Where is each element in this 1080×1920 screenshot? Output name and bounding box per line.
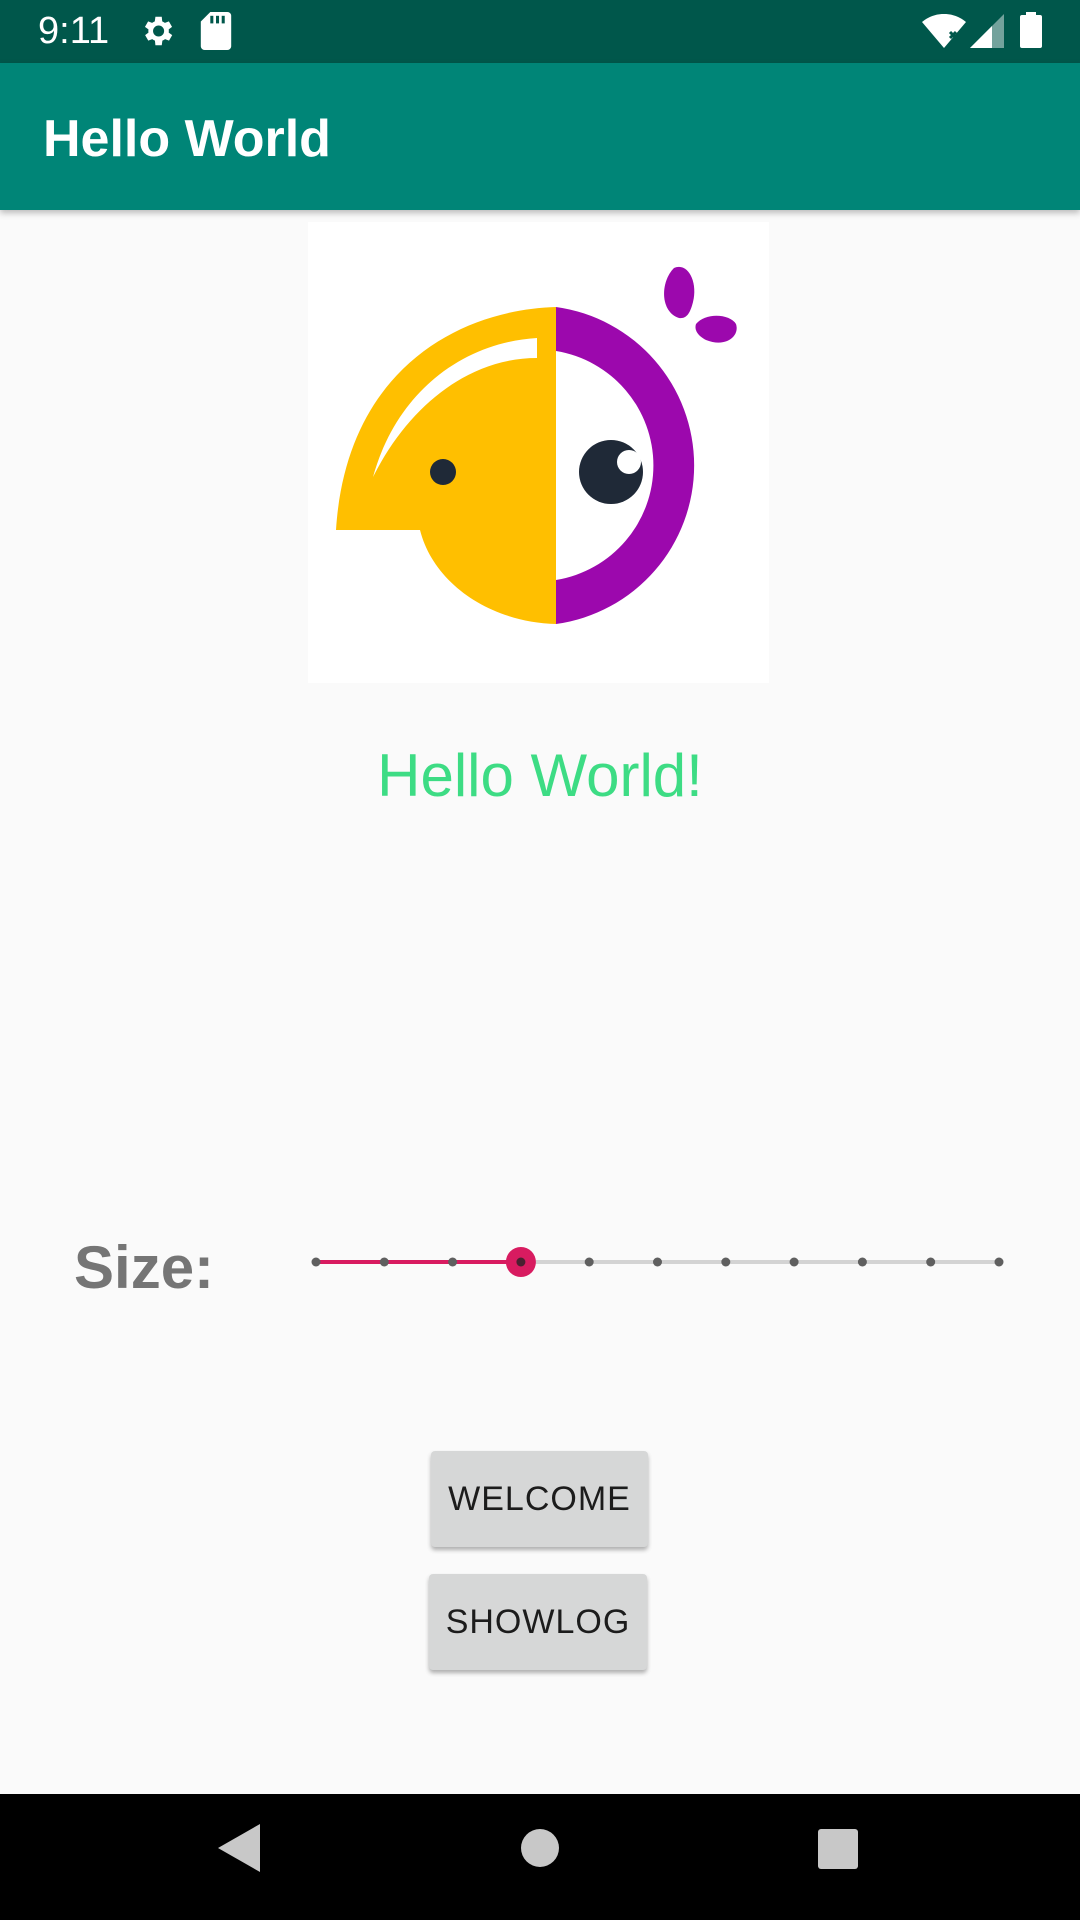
recents-icon[interactable] [818,1829,858,1874]
size-label: Size: [74,1234,215,1301]
back-icon[interactable] [218,1824,260,1877]
slider-tick [789,1257,799,1267]
slider-tick [994,1257,1004,1267]
slider-tick [926,1257,936,1267]
wifi-icon [922,13,966,53]
welcome-button[interactable]: WELCOME [431,1451,648,1547]
slider-tick [448,1257,458,1267]
signal-icon [970,14,1004,53]
slider-tick [584,1257,594,1267]
sd-card-icon [200,12,232,55]
slider-tick [311,1257,321,1267]
slider-tick [653,1257,662,1267]
home-icon[interactable] [520,1828,560,1873]
hello-text: Hello World! [377,742,703,809]
app-title: Hello World [43,110,331,168]
screen: 9:11 Hello World Hello World! Size: WELC… [0,0,1080,1920]
parrot-logo-icon [336,266,737,624]
slider-thumb-tick [516,1257,526,1267]
status-bar: 9:11 [0,0,1080,63]
nav-bar [0,1794,1080,1920]
logo-image [308,222,769,683]
slider-tick [379,1257,389,1267]
size-slider[interactable] [300,1240,1020,1284]
slider-tick [721,1257,731,1267]
battery-icon [1020,12,1042,53]
app-bar: Hello World [0,63,1080,210]
status-time: 9:11 [38,10,110,52]
showlog-button[interactable]: SHOWLOG [429,1574,647,1670]
gear-icon [138,12,176,55]
slider-tick [857,1257,867,1267]
